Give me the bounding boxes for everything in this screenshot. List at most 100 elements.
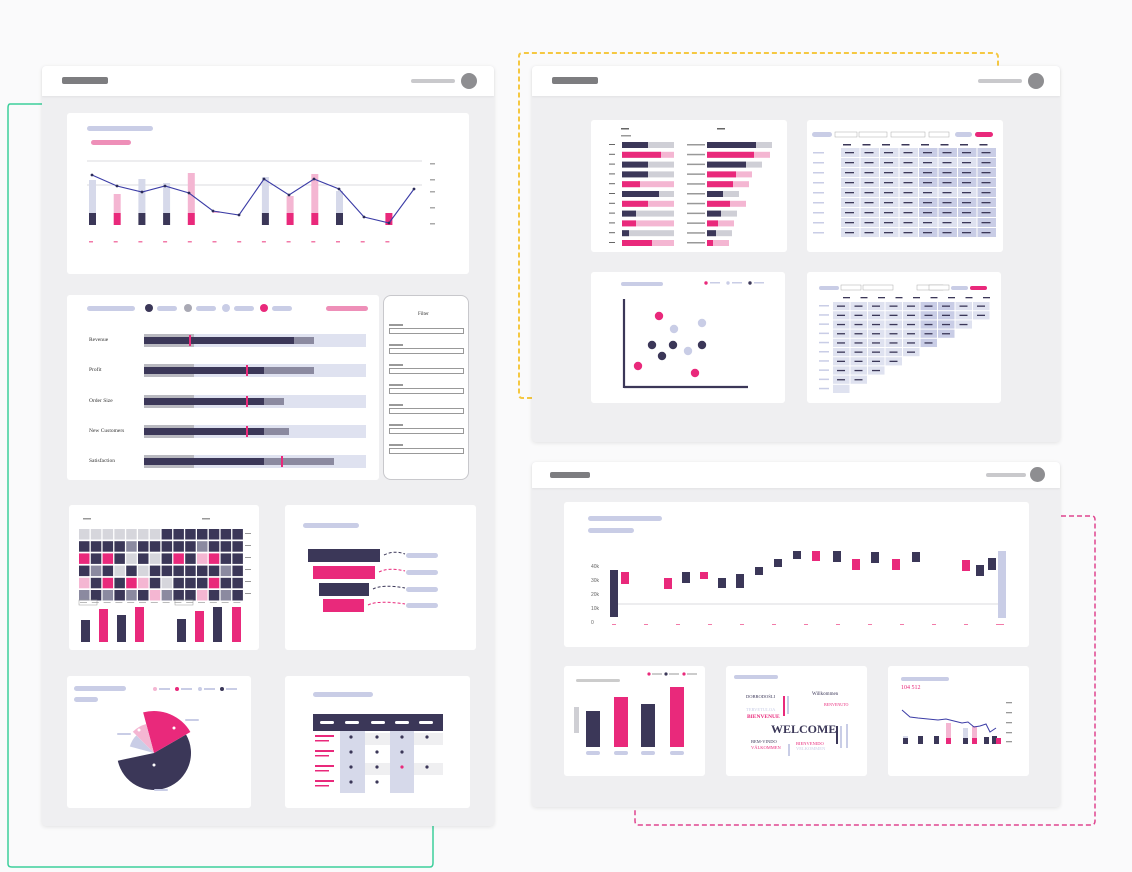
select-dropdown (858, 131, 888, 138)
table-row-label-placeholder (315, 735, 334, 737)
heatmap-cell (114, 541, 125, 552)
avatar-icon[interactable] (1028, 73, 1044, 89)
x-label-placeholder (670, 751, 684, 755)
filter-title: Filter (418, 312, 429, 317)
x-tick-label-placeholder (385, 241, 390, 243)
crosstab-value-placeholder (845, 222, 854, 224)
heatmap-cell (126, 577, 137, 589)
filter-input[interactable] (389, 348, 464, 354)
column-base (163, 213, 171, 225)
funnel-connector (372, 585, 406, 590)
x-tick-label-placeholder (336, 241, 340, 243)
crosstab-value-placeholder (845, 192, 854, 194)
row-label-placeholder (819, 387, 829, 390)
legend-label-placeholder (732, 282, 742, 284)
heatmap-col-label-placeholder (150, 602, 158, 603)
row-label-placeholder (813, 182, 824, 184)
avatar-icon[interactable] (1030, 467, 1045, 482)
table-row-label-placeholder (315, 755, 329, 757)
column (195, 611, 204, 642)
legend-label-placeholder (652, 673, 662, 675)
column-base (89, 213, 96, 225)
bar (707, 151, 754, 158)
crosstab-value-placeholder (923, 212, 932, 214)
y-tick-label-placeholder (430, 223, 435, 225)
cohort-value-placeholder (959, 323, 968, 326)
column (177, 619, 186, 642)
heatmap-cell (149, 529, 161, 540)
heatmap-cell (185, 565, 196, 577)
column (213, 607, 222, 642)
cohort-table (819, 284, 990, 393)
scatter-point (657, 351, 667, 361)
waterfall-step (852, 559, 860, 570)
heatmap-col-label-placeholder (80, 602, 87, 603)
crosstab-value-placeholder (884, 222, 893, 224)
funnel-label-placeholder (406, 603, 438, 608)
funnel-label-placeholder (406, 587, 438, 592)
x-tick-label-placeholder (1000, 624, 1004, 625)
column-header-placeholder (901, 144, 910, 146)
crosstab-value-placeholder (962, 182, 971, 184)
select-dropdown (928, 131, 950, 138)
filter-input[interactable] (389, 408, 464, 414)
kpi-marker (246, 426, 248, 437)
heatmap-cell (197, 529, 208, 540)
waterfall-step (682, 572, 690, 583)
legend-dot (184, 304, 192, 312)
x-tick-label-placeholder (932, 624, 936, 625)
cohort-value-placeholder (837, 369, 845, 372)
table-dot (375, 780, 379, 784)
cohort-value-placeholder (907, 305, 915, 307)
waterfall-step (755, 567, 763, 575)
filter-input[interactable] (389, 328, 464, 334)
heatmap-cell (220, 565, 232, 577)
avatar-icon[interactable] (461, 73, 477, 89)
pie-card (67, 676, 251, 808)
heatmap-cell (138, 577, 149, 589)
crosstab-value-placeholder (884, 232, 893, 234)
filter-field-label-placeholder (389, 424, 403, 426)
column-base (903, 738, 908, 744)
crosstab-value-placeholder (962, 212, 971, 214)
filter-input[interactable] (389, 388, 464, 394)
heatmap-cell (79, 590, 90, 601)
heatmap-col-label-placeholder (162, 602, 170, 603)
column-header-placeholder (717, 128, 725, 130)
cohort-value-placeholder (889, 314, 898, 316)
dashboard-window-bottom-right: 40k 30k 20k 10k 0 WELCOME BIENVENUE BIENVENIDO… (532, 462, 1060, 807)
crosstab-value-placeholder (884, 162, 893, 164)
crosstab-value-placeholder (962, 202, 971, 204)
heatmap-cell (197, 553, 208, 564)
filter-input[interactable] (389, 428, 464, 434)
cohort-value-placeholder (907, 333, 915, 335)
legend-action-placeholder[interactable] (326, 306, 368, 311)
legend-label-placeholder (272, 306, 292, 311)
filter-input[interactable] (389, 448, 464, 454)
crosstab-value-placeholder (923, 172, 932, 174)
heatmap-cell (220, 541, 232, 552)
kpi-marker (246, 365, 248, 376)
y-tick-label-placeholder (1006, 741, 1012, 743)
row-label-placeholder (609, 222, 615, 224)
table-cell (365, 763, 390, 775)
table-row-label-placeholder (315, 765, 334, 767)
column-header-placeholder (940, 144, 949, 146)
heatmap-col-label-placeholder (103, 602, 111, 603)
crosstab-value-placeholder (981, 212, 991, 214)
pie-chart (117, 687, 237, 791)
crosstab-value-placeholder (845, 202, 854, 204)
crosstab-value-placeholder (942, 192, 952, 194)
heatmap-cell (197, 590, 208, 601)
cohort-value-placeholder (837, 379, 845, 381)
heatmap-cell (126, 565, 137, 577)
row-label-placeholder (687, 173, 705, 175)
heatmap-cell (114, 553, 125, 564)
vertical-word-placeholder (783, 696, 785, 716)
filter-input[interactable] (389, 368, 464, 374)
column-base (963, 738, 968, 744)
funnel-label-placeholder (406, 570, 438, 575)
cohort-value-placeholder (854, 369, 863, 372)
heatmap-col-label-placeholder (186, 602, 194, 603)
column-base (918, 738, 923, 744)
